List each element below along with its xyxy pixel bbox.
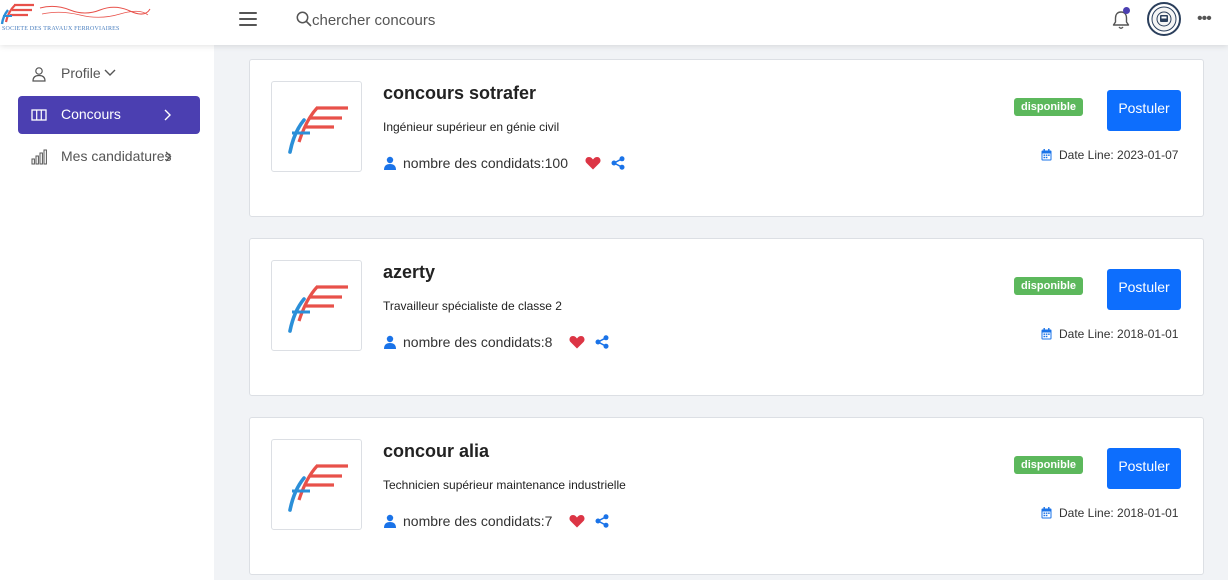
hamburger-bar bbox=[239, 18, 257, 20]
sidebar-item-concours[interactable]: Concours bbox=[18, 96, 200, 134]
avatar[interactable] bbox=[1147, 2, 1181, 36]
concours-title[interactable]: concours sotrafer bbox=[383, 83, 536, 104]
sidebar-item-mes-candidatures[interactable]: Mes candidatures bbox=[18, 138, 200, 176]
postuler-button[interactable]: Postuler bbox=[1107, 90, 1181, 131]
share-icon[interactable] bbox=[595, 335, 609, 349]
search-input[interactable] bbox=[312, 9, 572, 31]
sidebar-item-label: Profile bbox=[61, 65, 101, 81]
user-icon bbox=[384, 335, 396, 349]
notification-button[interactable] bbox=[1110, 7, 1132, 31]
concours-subtitle: Travailleur spécialiste de classe 2 bbox=[383, 299, 562, 313]
concours-logo bbox=[271, 81, 362, 172]
company-logo[interactable]: SOCIETE DES TRAVAUX FERROVIAIRES bbox=[0, 2, 160, 38]
share-icon[interactable] bbox=[611, 156, 625, 170]
status-badge: disponible bbox=[1014, 98, 1083, 116]
chevron-right-icon bbox=[165, 151, 172, 162]
company-logo-icon bbox=[288, 464, 348, 512]
calendar-icon bbox=[1041, 328, 1052, 340]
dateline-text: Date Line: 2023-01-07 bbox=[1059, 148, 1179, 162]
chevron-right-icon bbox=[164, 109, 171, 121]
user-icon bbox=[384, 156, 396, 170]
hamburger-bar bbox=[239, 24, 257, 26]
heart-icon[interactable] bbox=[569, 514, 585, 528]
candidates-count: nombre des condidats:7 bbox=[403, 513, 553, 529]
status-badge: disponible bbox=[1014, 456, 1083, 474]
postuler-button[interactable]: Postuler bbox=[1107, 448, 1181, 489]
sidebar-item-label: Mes candidatures bbox=[61, 148, 172, 164]
sidebar-item-label: Concours bbox=[61, 106, 121, 122]
user-icon bbox=[384, 514, 396, 528]
logo-mark-icon bbox=[0, 3, 151, 25]
candidates-count: nombre des condidats:100 bbox=[403, 155, 568, 171]
heart-icon[interactable] bbox=[569, 335, 585, 349]
concours-meta: nombre des condidats:8 bbox=[383, 333, 609, 351]
chevron-down-icon bbox=[104, 69, 116, 76]
more-options-icon[interactable]: ••• bbox=[1197, 10, 1212, 28]
sidebar: Profile Concours Mes candidatures bbox=[0, 45, 214, 580]
emblem-icon bbox=[1151, 6, 1177, 32]
dateline: Date Line: 2018-01-01 bbox=[1041, 506, 1178, 520]
concours-title[interactable]: azerty bbox=[383, 262, 435, 283]
concours-meta: nombre des condidats:7 bbox=[383, 512, 609, 530]
dateline: Date Line: 2018-01-01 bbox=[1041, 327, 1178, 341]
logo-subtitle: SOCIETE DES TRAVAUX FERROVIAIRES bbox=[2, 26, 120, 32]
sidebar-item-profile[interactable]: Profile bbox=[18, 55, 200, 93]
concours-logo bbox=[271, 439, 362, 530]
share-icon[interactable] bbox=[595, 514, 609, 528]
status-badge: disponible bbox=[1014, 277, 1083, 295]
dateline-text: Date Line: 2018-01-01 bbox=[1059, 506, 1179, 520]
bar-chart-icon bbox=[31, 149, 47, 165]
dateline-text: Date Line: 2018-01-01 bbox=[1059, 327, 1179, 341]
concours-subtitle: Technicien supérieur maintenance industr… bbox=[383, 478, 626, 492]
concours-subtitle: Ingénieur supérieur en génie civil bbox=[383, 120, 560, 134]
top-header: SOCIETE DES TRAVAUX FERROVIAIRES ••• bbox=[0, 0, 1228, 45]
concours-title[interactable]: concour alia bbox=[383, 441, 489, 462]
postuler-button[interactable]: Postuler bbox=[1107, 269, 1181, 310]
concours-card: concours sotrafer Ingénieur supérieur en… bbox=[249, 59, 1204, 217]
calendar-icon bbox=[1041, 507, 1052, 519]
user-icon bbox=[32, 67, 46, 82]
hamburger-bar bbox=[239, 12, 257, 14]
columns-icon bbox=[31, 109, 47, 121]
concours-meta: nombre des condidats:100 bbox=[383, 154, 625, 172]
heart-icon[interactable] bbox=[585, 156, 601, 170]
search-icon bbox=[296, 11, 312, 27]
company-logo-icon bbox=[288, 106, 348, 154]
concours-card: azerty Travailleur spécialiste de classe… bbox=[249, 238, 1204, 396]
notification-dot bbox=[1123, 7, 1130, 14]
dateline: Date Line: 2023-01-07 bbox=[1041, 148, 1178, 162]
search-bar bbox=[296, 9, 596, 31]
calendar-icon bbox=[1041, 149, 1052, 161]
concours-logo bbox=[271, 260, 362, 351]
company-logo-icon bbox=[288, 285, 348, 333]
concours-card: concour alia Technicien supérieur mainte… bbox=[249, 417, 1204, 575]
menu-toggle-button[interactable] bbox=[239, 12, 257, 28]
candidates-count: nombre des condidats:8 bbox=[403, 334, 553, 350]
